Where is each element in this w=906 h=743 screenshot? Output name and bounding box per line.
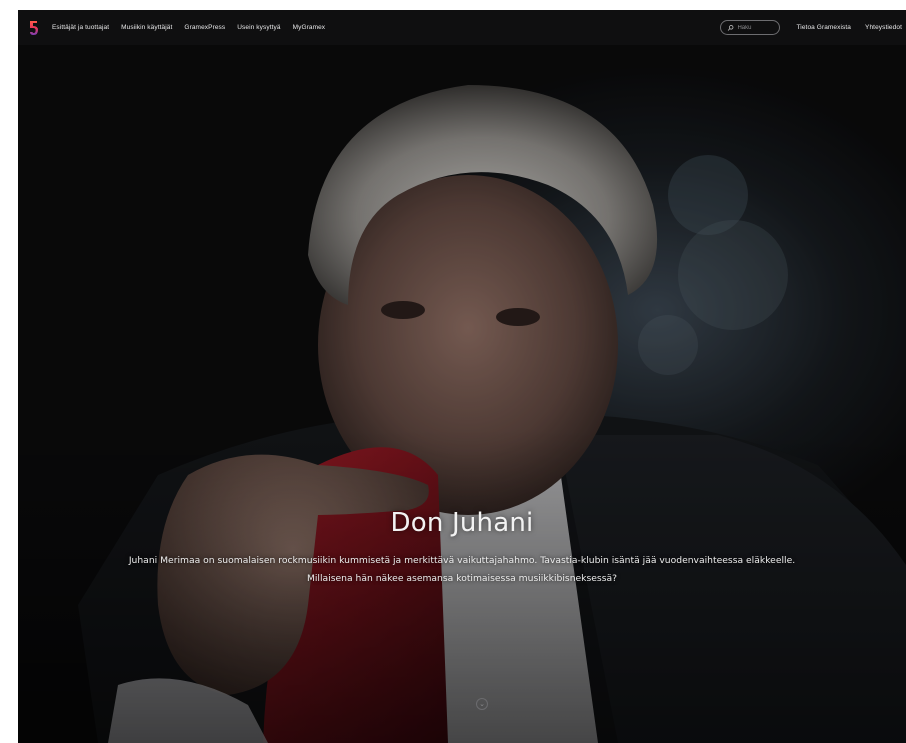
nav-item-contact[interactable]: Yhteystiedot [865,24,902,31]
hero-text-block: Don Juhani Juhani Merimaa on suomalaisen… [18,508,906,588]
hero-section[interactable]: Don Juhani Juhani Merimaa on suomalaisen… [18,45,906,743]
nav-item-faq[interactable]: Usein kysyttyä [237,24,280,31]
gramex-logo[interactable] [28,20,40,36]
search-icon[interactable] [727,24,734,32]
hero-title: Don Juhani [390,508,534,538]
gramex-logo-icon [30,20,38,35]
secondary-menu: Tietoa Gramexista Yhteystiedot [720,20,906,35]
nav-item-music-users[interactable]: Musiikin käyttäjät [121,24,172,31]
nav-item-mygramex[interactable]: MyGramex [293,24,326,31]
hero-lead-line-2: Millaisena hän näkee asemansa kotimaises… [306,573,618,584]
nav-item-gramexpress[interactable]: GramexPress [184,24,225,31]
search-box[interactable] [720,20,781,35]
page-frame: Esittäjät ja tuottajat Musiikin käyttäjä… [18,10,906,743]
chevron-down-icon: ⌄ [479,701,485,708]
search-input[interactable] [737,24,774,31]
hero-lead: Juhani Merimaa on suomalaisen rockmusiik… [47,552,877,588]
main-menu: Esittäjät ja tuottajat Musiikin käyttäjä… [52,24,325,31]
scroll-down-button[interactable]: ⌄ [476,698,488,710]
top-navigation: Esittäjät ja tuottajat Musiikin käyttäjä… [18,10,906,45]
hero-lead-line-1: Juhani Merimaa on suomalaisen rockmusiik… [128,555,796,566]
hero-photo [18,45,906,743]
nav-item-about-gramex[interactable]: Tietoa Gramexista [796,24,851,31]
nav-item-performers-producers[interactable]: Esittäjät ja tuottajat [52,24,109,31]
